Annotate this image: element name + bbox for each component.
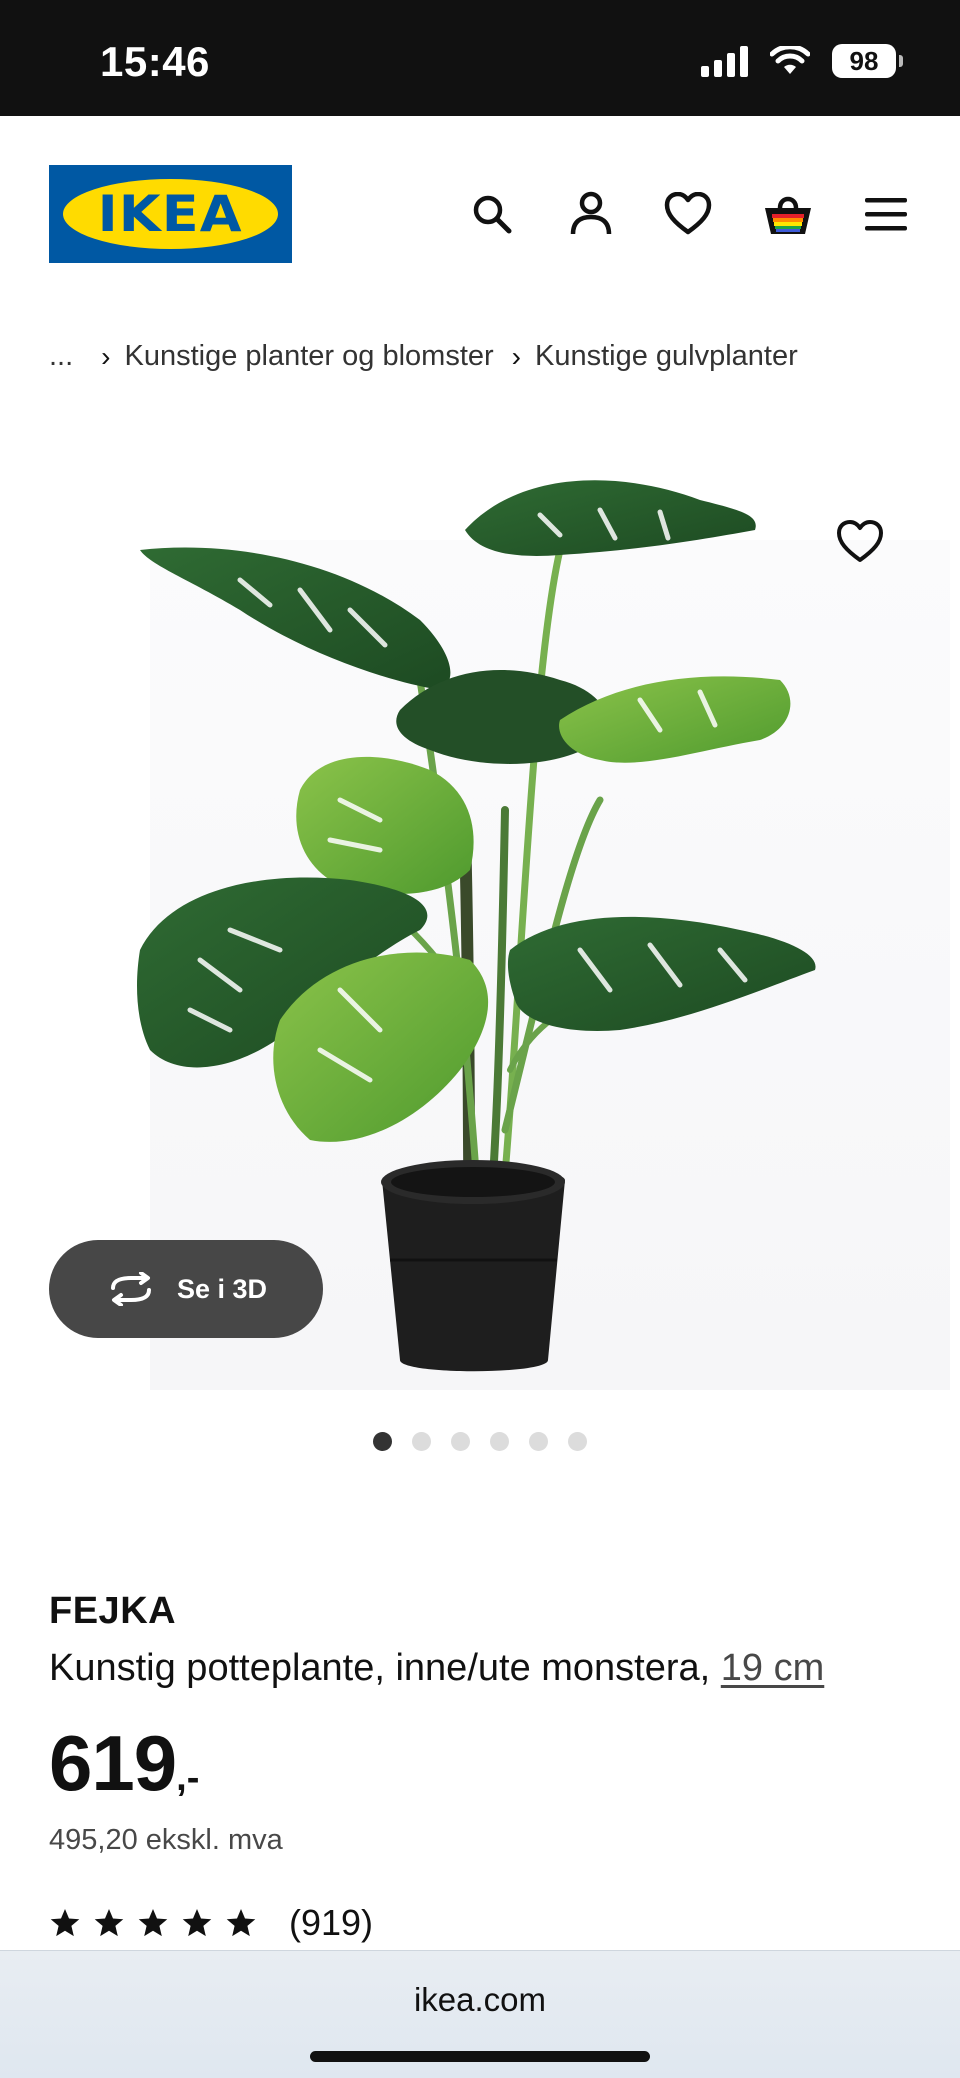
wifi-icon — [770, 46, 810, 74]
breadcrumb-ellipsis[interactable]: ... — [49, 340, 73, 373]
star-icon — [226, 1909, 256, 1937]
price-suffix: ,- — [176, 1757, 200, 1799]
product-description-text: Kunstig potteplante, inne/ute monstera, — [49, 1647, 721, 1689]
gallery-dot-2[interactable] — [412, 1432, 431, 1451]
url-text[interactable]: ikea.com — [0, 1981, 960, 2019]
status-time: 15:46 — [100, 38, 210, 85]
price-excluding-vat: 495,20 ekskl. mva — [49, 1824, 283, 1856]
star-icon — [94, 1909, 124, 1937]
cellular-signal-icon — [701, 45, 748, 77]
logo-text: IKEA — [98, 185, 243, 243]
gallery-dot-6[interactable] — [568, 1432, 587, 1451]
menu-icon[interactable] — [858, 186, 914, 242]
breadcrumb-item-artificial-plants[interactable]: Kunstige planter og blomster — [125, 340, 494, 373]
account-icon[interactable] — [563, 186, 619, 242]
gallery-dot-4[interactable] — [490, 1432, 509, 1451]
battery-icon: 98 — [832, 44, 903, 78]
ikea-logo[interactable]: IKEA — [49, 165, 292, 263]
add-to-favourites-icon[interactable] — [836, 520, 888, 572]
product-description: Kunstig potteplante, inne/ute monstera, … — [49, 1647, 824, 1690]
price-integer: 619 — [49, 1719, 177, 1807]
gallery-dot-5[interactable] — [529, 1432, 548, 1451]
site-header: IKEA — [0, 116, 960, 306]
gallery-dot-3[interactable] — [451, 1432, 470, 1451]
chevron-right-icon: › — [101, 340, 111, 372]
view-in-3d-label: Se i 3D — [176, 1273, 268, 1304]
product-rating[interactable]: (919) — [49, 1902, 373, 1944]
favourites-icon[interactable] — [660, 186, 716, 242]
star-icon — [182, 1909, 212, 1937]
breadcrumb: ... › Kunstige planter og blomster › Kun… — [49, 340, 798, 373]
product-size-link[interactable]: 19 cm — [721, 1647, 824, 1689]
product-brand: FEJKA — [49, 1590, 177, 1632]
rotate-3d-icon — [110, 1272, 151, 1306]
cart-icon[interactable] — [760, 186, 816, 242]
status-bar: 15:46 98 — [0, 0, 960, 116]
gallery-dot-1[interactable] — [373, 1432, 392, 1451]
browser-url-bar[interactable]: ikea.com — [0, 1950, 960, 2078]
home-indicator — [310, 2051, 650, 2062]
star-icon — [138, 1909, 168, 1937]
review-count: (919) — [289, 1902, 374, 1943]
star-icon — [50, 1909, 80, 1937]
gallery-pagination — [0, 1432, 960, 1451]
breadcrumb-item-floor-plants[interactable]: Kunstige gulvplanter — [535, 340, 798, 373]
product-price: 619 ,- — [49, 1718, 199, 1809]
view-in-3d-button[interactable]: Se i 3D — [49, 1240, 323, 1338]
chevron-right-icon: › — [511, 340, 521, 372]
logo-oval: IKEA — [63, 179, 278, 249]
status-icons: 98 — [701, 44, 903, 78]
search-icon[interactable] — [464, 186, 520, 242]
product-image-gallery[interactable]: Se i 3D — [0, 430, 960, 1410]
